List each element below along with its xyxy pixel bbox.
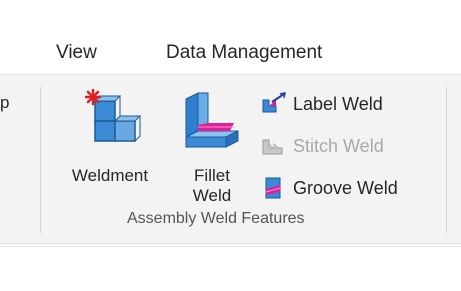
group-separator [40,87,41,233]
group-separator-right [446,87,447,233]
ribbon-group-label: Assembly Weld Features [127,210,305,227]
stitch-weld-button[interactable]: Stitch Weld [260,133,384,159]
ribbon-panel: p Weldment Fillet Weld Label Weld Stitch… [0,75,461,244]
menu-view[interactable]: View [56,42,97,64]
ribbon-bottom-divider [0,246,461,247]
groove-weld-icon [265,177,281,199]
fillet-weld-label-line2: Weld [192,186,232,205]
menu-data-management[interactable]: Data Management [166,42,322,64]
menu-bar: View Data Management [0,36,461,75]
fillet-weld-label-line1: Fillet [194,166,230,185]
previous-group-label-fragment: p [0,93,10,112]
groove-weld-button[interactable]: Groove Weld [260,175,398,201]
stitch-weld-label: Stitch Weld [293,135,384,156]
stitch-weld-icon [262,139,283,155]
weldment-label: Weldment [71,166,149,185]
label-weld-label: Label Weld [293,93,383,114]
window-top-strip [0,0,461,36]
label-weld-icon [262,92,286,113]
label-weld-button[interactable]: Label Weld [260,91,383,117]
groove-weld-label: Groove Weld [293,177,398,198]
weldment-button[interactable]: Weldment [52,88,168,186]
weldment-icon [84,88,142,142]
fillet-weld-button[interactable]: Fillet Weld [174,89,250,206]
fillet-weld-icon [185,92,239,148]
